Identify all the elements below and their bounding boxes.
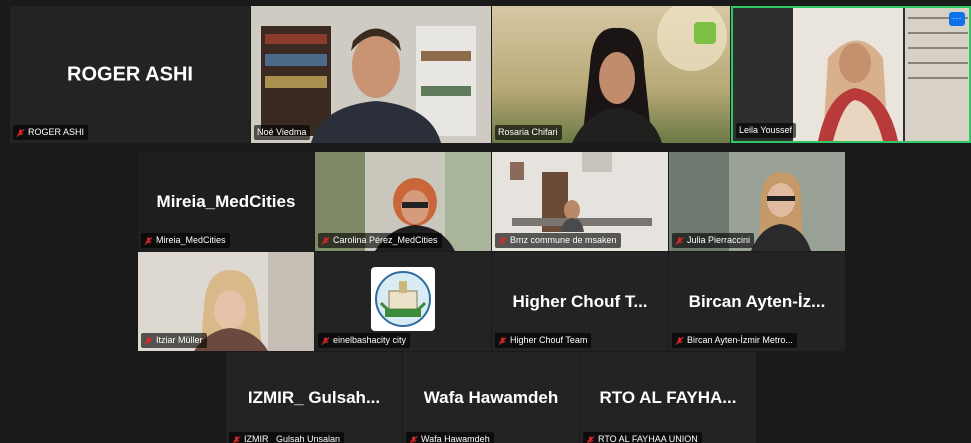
participant-name: Carolina Pérez_MedCities bbox=[333, 235, 438, 245]
participant-tile[interactable]: ROGER ASHI ROGER ASHI bbox=[10, 6, 250, 143]
participant-name-label: Carolina Pérez_MedCities bbox=[318, 233, 442, 248]
participant-name: Rosaria Chifari bbox=[498, 127, 558, 137]
muted-mic-icon bbox=[675, 336, 684, 345]
muted-mic-icon bbox=[498, 336, 507, 345]
participant-name: IZMIR_ Gulsah Unsalan bbox=[244, 434, 341, 443]
participant-tile[interactable]: Noé Viedma bbox=[251, 6, 491, 143]
muted-mic-icon bbox=[144, 336, 153, 345]
participant-display-name: Bircan Ayten-İz... bbox=[688, 291, 826, 311]
muted-mic-icon bbox=[586, 435, 595, 443]
participant-name-label: Itziar Müller bbox=[141, 333, 207, 348]
muted-mic-icon bbox=[675, 236, 684, 245]
muted-mic-icon bbox=[16, 128, 25, 137]
participant-name-label: Higher Chouf Team bbox=[495, 333, 592, 348]
participant-video bbox=[251, 6, 491, 143]
participant-tile[interactable]: Bmz commune de msaken bbox=[492, 152, 668, 251]
participant-tile[interactable]: Mireia_MedCities Mireia_MedCities bbox=[138, 152, 314, 251]
participant-name-label: Wafa Hawamdeh bbox=[406, 432, 494, 443]
more-options-button[interactable]: ··· bbox=[949, 12, 965, 26]
participant-name-label: ROGER ASHI bbox=[13, 125, 89, 140]
participant-name-label: Noé Viedma bbox=[254, 125, 311, 140]
participant-name-label: Leila Youssef bbox=[736, 123, 797, 138]
participant-name: RTO AL FAYHAA UNION bbox=[598, 434, 698, 443]
participant-name-label: einelbashacity city bbox=[318, 333, 411, 348]
participant-name-label: Mireia_MedCities bbox=[141, 233, 230, 248]
participant-display-name: Wafa Hawamdeh bbox=[423, 387, 559, 407]
participant-name: Bmz commune de msaken bbox=[510, 235, 617, 245]
participant-name: Higher Chouf Team bbox=[510, 335, 588, 345]
participant-display-name: Mireia_MedCities bbox=[156, 191, 296, 211]
participant-video bbox=[733, 8, 969, 141]
app-badge-icon bbox=[694, 22, 716, 44]
participant-name: Leila Youssef bbox=[739, 125, 793, 135]
participant-name-label: RTO AL FAYHAA UNION bbox=[583, 432, 702, 443]
muted-mic-icon bbox=[144, 236, 153, 245]
participant-name: Itziar Müller bbox=[156, 335, 203, 345]
participant-display-name: RTO AL FAYHA... bbox=[599, 387, 737, 407]
participant-display-name: IZMIR_ Gulsah... bbox=[247, 387, 381, 407]
participant-name-label: IZMIR_ Gulsah Unsalan bbox=[229, 432, 345, 443]
participant-display-name: ROGER ASHI bbox=[67, 63, 193, 85]
participant-tile[interactable]: Higher Chouf T... Higher Chouf Team bbox=[492, 252, 668, 351]
participant-name: Noé Viedma bbox=[257, 127, 307, 137]
participant-tile[interactable]: Carolina Pérez_MedCities bbox=[315, 152, 491, 251]
participant-name: Bircan Ayten-İzmir Metro... bbox=[687, 335, 793, 345]
muted-mic-icon bbox=[232, 435, 241, 443]
participant-tile[interactable]: Rosaria Chifari bbox=[492, 6, 730, 143]
participant-tile[interactable]: einelbashacity city bbox=[315, 252, 491, 351]
participant-tile[interactable]: RTO AL FAYHA... RTO AL FAYHAA UNION bbox=[580, 352, 756, 443]
participant-name-label: Rosaria Chifari bbox=[495, 125, 562, 140]
muted-mic-icon bbox=[321, 336, 330, 345]
participant-tile[interactable]: Julia Pierraccini bbox=[669, 152, 845, 251]
participant-name: ROGER ASHI bbox=[28, 127, 85, 137]
participant-tile[interactable]: Bircan Ayten-İz... Bircan Ayten-İzmir Me… bbox=[669, 252, 845, 351]
participant-name: Julia Pierraccini bbox=[687, 235, 751, 245]
muted-mic-icon bbox=[498, 236, 507, 245]
participant-display-name: Higher Chouf T... bbox=[512, 291, 648, 311]
participant-name-label: Julia Pierraccini bbox=[672, 233, 755, 248]
gallery-view: ROGER ASHI ROGER ASHI Noé Viedma Rosaria… bbox=[10, 6, 971, 443]
muted-mic-icon bbox=[409, 435, 418, 443]
participant-name: Mireia_MedCities bbox=[156, 235, 226, 245]
city-emblem-avatar bbox=[371, 267, 435, 331]
participant-tile[interactable]: Wafa Hawamdeh Wafa Hawamdeh bbox=[403, 352, 579, 443]
participant-tile[interactable]: IZMIR_ Gulsah... IZMIR_ Gulsah Unsalan bbox=[226, 352, 402, 443]
participant-name-label: Bmz commune de msaken bbox=[495, 233, 621, 248]
participant-tile[interactable]: Itziar Müller bbox=[138, 252, 314, 351]
participant-name: Wafa Hawamdeh bbox=[421, 434, 490, 443]
participant-name-label: Bircan Ayten-İzmir Metro... bbox=[672, 333, 797, 348]
participant-name: einelbashacity city bbox=[333, 335, 407, 345]
participant-tile-active-speaker[interactable]: ··· Leila Youssef bbox=[731, 6, 971, 143]
muted-mic-icon bbox=[321, 236, 330, 245]
